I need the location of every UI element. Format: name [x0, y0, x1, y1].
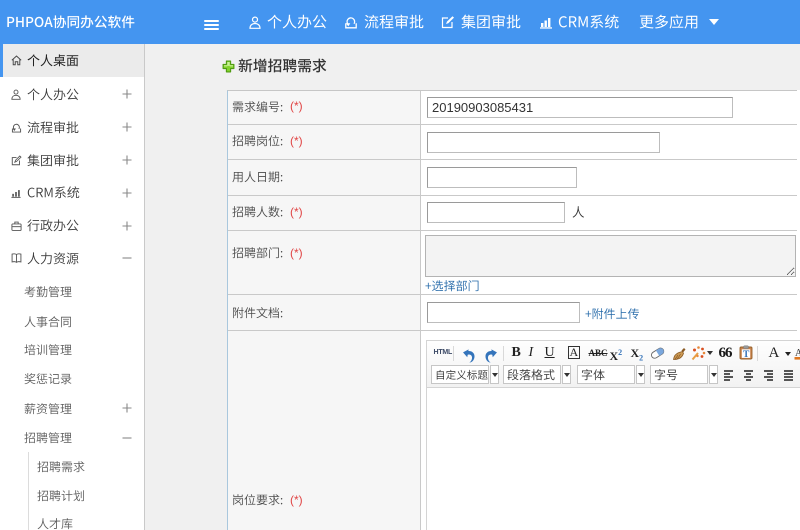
svg-text:T: T	[743, 350, 750, 360]
